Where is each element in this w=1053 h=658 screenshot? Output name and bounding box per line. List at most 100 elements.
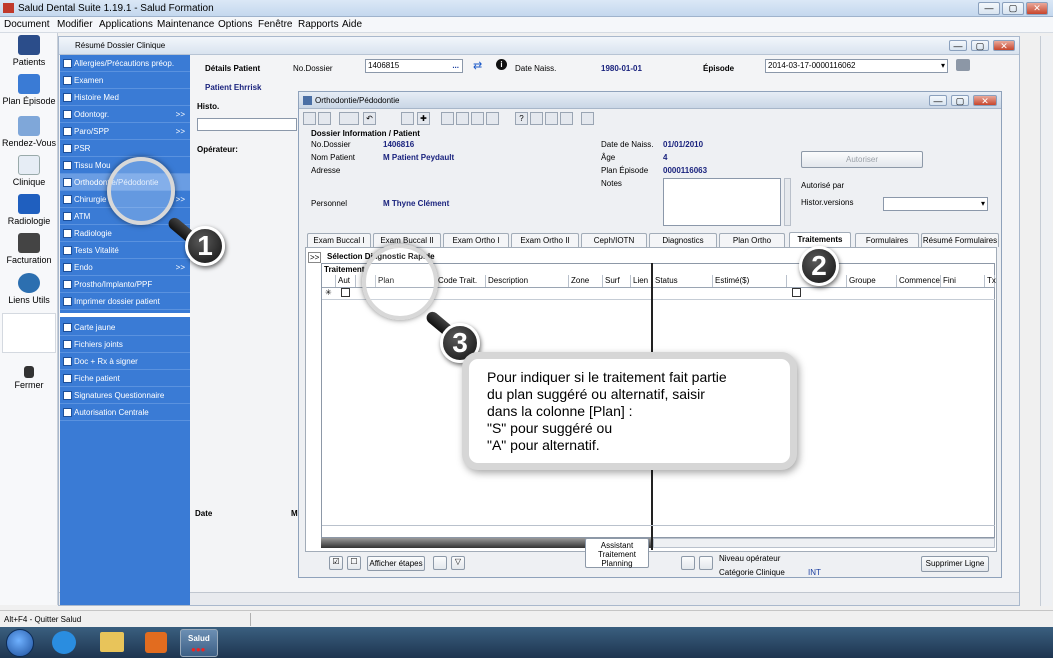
menu-maintenance[interactable]: Maintenance	[157, 19, 214, 30]
launcher-rendez-vous[interactable]: Rendez-Vous	[0, 116, 58, 148]
nav-histoire-med[interactable]: Histoire Med	[60, 89, 190, 106]
ortho-close-button[interactable]: ✕	[973, 95, 997, 106]
nav-allergies[interactable]: Allergies/Précautions préop.	[60, 55, 190, 72]
nav-psr[interactable]: PSR	[60, 140, 190, 157]
col-commence[interactable]: Commence	[897, 275, 941, 287]
refresh-icon[interactable]: ⇄	[473, 59, 482, 72]
blank-doc-icon[interactable]	[530, 112, 543, 125]
menu-applications[interactable]: Applications	[99, 19, 153, 30]
col-surf[interactable]: Surf	[603, 275, 631, 287]
episode-tool-icon[interactable]	[956, 59, 970, 71]
save-icon[interactable]	[318, 112, 331, 125]
close-button[interactable]: ✕	[1026, 2, 1048, 15]
menu-fenetre[interactable]: Fenêtre	[258, 19, 292, 30]
dossier-field[interactable]: 1406815...	[365, 59, 463, 73]
tab-formulaires[interactable]: Formulaires	[855, 233, 919, 247]
tab-ceph-iotn[interactable]: Ceph/IOTN	[581, 233, 647, 247]
menu-modifier[interactable]: Modifier	[57, 19, 93, 30]
nav-signatures[interactable]: Signatures Questionnaire	[60, 387, 190, 404]
uncheck-all-button[interactable]: ☐	[347, 556, 361, 570]
histo-field[interactable]	[197, 118, 297, 131]
col-groupe[interactable]: Groupe	[847, 275, 897, 287]
summary-scrollbar[interactable]	[59, 592, 1019, 605]
nav-imprimer[interactable]: Imprimer dossier patient	[60, 293, 190, 310]
histor-versions-select[interactable]: ▾	[883, 197, 988, 211]
launcher-clinique[interactable]: Clinique	[0, 155, 58, 187]
start-button[interactable]	[6, 629, 34, 657]
col-tx[interactable]: Tx	[985, 275, 996, 287]
minimize-button[interactable]: —	[978, 2, 1000, 15]
tab-traitements[interactable]: Traitements	[789, 232, 851, 247]
help-icon[interactable]: ?	[515, 112, 528, 125]
tab-exam-ortho-2[interactable]: Exam Ortho II	[511, 233, 579, 247]
main-vertical-scrollbar[interactable]	[1040, 36, 1052, 606]
nav-carte-jaune[interactable]: Carte jaune	[60, 319, 190, 336]
taskbar-salud[interactable]: Salud ●●●	[180, 629, 218, 657]
col-zone[interactable]: Zone	[569, 275, 603, 287]
tab-plan-ortho[interactable]: Plan Ortho	[719, 233, 785, 247]
launcher-plan-episode[interactable]: Plan Épisode	[0, 74, 58, 106]
info-icon[interactable]: i	[496, 59, 507, 70]
media-player-icon[interactable]	[145, 632, 167, 653]
launcher-radiologie[interactable]: Radiologie	[0, 194, 58, 226]
undo-icon[interactable]: ↶	[363, 112, 376, 125]
col-status[interactable]: Status	[653, 275, 713, 287]
nav-paro-spp[interactable]: Paro/SPP >>	[60, 123, 190, 140]
launcher-liens-utils[interactable]: Liens Utils	[0, 273, 58, 305]
menu-aide[interactable]: Aide	[342, 19, 362, 30]
nav-endo[interactable]: Endo >>	[60, 259, 190, 276]
tab-diagnostics[interactable]: Diagnostics	[649, 233, 717, 247]
copy-icon[interactable]	[545, 112, 558, 125]
menu-document[interactable]: Document	[4, 19, 50, 30]
grid-view-icon[interactable]	[681, 556, 695, 570]
launcher-patients[interactable]: Patients	[0, 35, 58, 67]
dossier-lookup-button[interactable]: ...	[452, 61, 459, 70]
episode-select[interactable]: 2014-03-17-0000116062 ▾	[765, 59, 948, 73]
edit-icon[interactable]	[303, 112, 316, 125]
forward-icon[interactable]	[560, 112, 573, 125]
row-checkbox[interactable]	[792, 288, 801, 297]
notes-scrollbar[interactable]	[784, 178, 791, 226]
nav-prostho[interactable]: Prostho/Implanto/PPF	[60, 276, 190, 293]
summary-maximize-button[interactable]: ▢	[971, 40, 989, 51]
nav-autorisation[interactable]: Autorisation Centrale	[60, 404, 190, 421]
col-fini[interactable]: Fini	[941, 275, 985, 287]
autoriser-button[interactable]: Autoriser	[801, 151, 923, 168]
attach-icon[interactable]	[581, 112, 594, 125]
menu-rapports[interactable]: Rapports	[298, 19, 339, 30]
col-code-trait[interactable]: Code Trait.	[436, 275, 486, 287]
nav-tests-vitalite[interactable]: Tests Vitalité	[60, 242, 190, 259]
print-icon[interactable]	[339, 112, 359, 125]
col-lien[interactable]: Lien	[631, 275, 653, 287]
tab-exam-ortho-1[interactable]: Exam Ortho I	[443, 233, 509, 247]
maximize-button[interactable]: ▢	[1002, 2, 1024, 15]
filter-check-icon[interactable]	[433, 556, 447, 570]
launcher-facturation[interactable]: Facturation	[0, 233, 58, 265]
col-description[interactable]: Description	[486, 275, 569, 287]
filter-icon[interactable]: ▽	[451, 556, 465, 570]
supprimer-ligne-button[interactable]: Supprimer Ligne	[921, 556, 989, 572]
tool-d-icon[interactable]	[486, 112, 499, 125]
tab-resume-formulaires[interactable]: Résumé Formulaires	[921, 233, 999, 247]
assistant-planning-button[interactable]: Assistant Traitement Planning	[585, 538, 649, 568]
tool-a-icon[interactable]	[441, 112, 454, 125]
tool-c-icon[interactable]	[471, 112, 484, 125]
tool-b-icon[interactable]	[456, 112, 469, 125]
expand-button[interactable]: >>	[308, 252, 322, 263]
summary-close-button[interactable]: ✕	[993, 40, 1015, 51]
tools-icon[interactable]	[699, 556, 713, 570]
right-scroll-track[interactable]	[653, 538, 995, 548]
launcher-fermer[interactable]: Fermer	[0, 366, 58, 390]
col-estime[interactable]: Estimé($)	[713, 275, 787, 287]
tab-exam-buccal-1[interactable]: Exam Buccal I	[307, 233, 371, 247]
nav-fiche-patient[interactable]: Fiche patient	[60, 370, 190, 387]
nav-odontogr[interactable]: Odontogr. >>	[60, 106, 190, 123]
aut-checkbox[interactable]	[341, 288, 350, 297]
notes-field[interactable]	[663, 178, 781, 226]
summary-minimize-button[interactable]: —	[949, 40, 967, 51]
browser-icon[interactable]	[52, 631, 76, 654]
nav-examen[interactable]: Examen	[60, 72, 190, 89]
nav-fichiers-joints[interactable]: Fichiers joints	[60, 336, 190, 353]
afficher-etapes-button[interactable]: Afficher étapes	[367, 556, 425, 571]
ortho-maximize-button[interactable]: ▢	[951, 95, 969, 106]
